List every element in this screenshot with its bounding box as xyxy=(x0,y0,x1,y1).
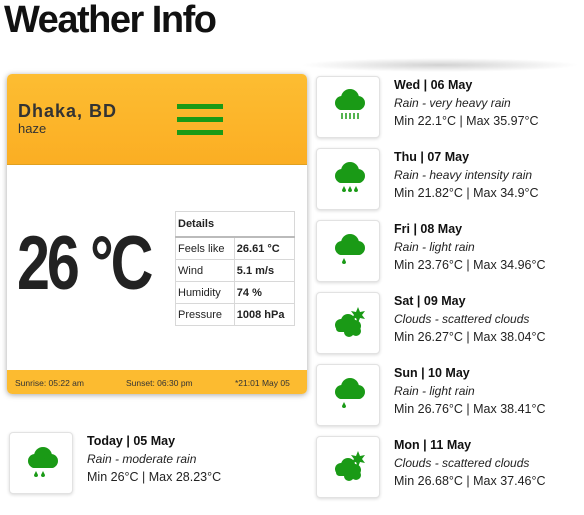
location-name: Dhaka, BD xyxy=(18,101,118,121)
weather-icon-box xyxy=(316,292,380,354)
forecast-minmax: Min 26.68°C | Max 37.46°C xyxy=(394,474,546,488)
heavy-rain-cloud-icon xyxy=(335,89,365,119)
light-rain-cloud-icon xyxy=(335,234,365,264)
details-value: 74 % xyxy=(233,281,296,304)
details-row: Pressure 1008 hPa xyxy=(175,303,296,326)
forecast-minmax: Min 23.76°C | Max 34.96°C xyxy=(394,258,546,272)
details-row: Feels like 26.61 °C xyxy=(175,236,296,260)
forecast-tile-sat: Sat | 09 May Clouds - scattered clouds M… xyxy=(316,292,576,354)
forecast-tile-wed: Wed | 06 May Rain - very heavy rain Min … xyxy=(316,76,576,138)
forecast-condition: Rain - light rain xyxy=(394,240,475,254)
forecast-minmax: Min 21.82°C | Max 34.9°C xyxy=(394,186,539,200)
weather-description: haze xyxy=(18,121,47,136)
forecast-day: Thu | 07 May xyxy=(394,150,470,164)
sunrise-time: Sunrise: 05:22 am xyxy=(15,378,84,388)
card-footer: Sunrise: 05:22 am Sunset: 06:30 pm *21:0… xyxy=(7,370,307,394)
forecast-day: Fri | 08 May xyxy=(394,222,463,236)
last-updated: *21:01 May 05 xyxy=(235,378,290,388)
details-label: Pressure xyxy=(175,303,235,326)
forecast-condition: Clouds - scattered clouds xyxy=(394,312,530,326)
weather-icon-box xyxy=(9,432,73,494)
weather-icon-box xyxy=(316,220,380,282)
details-heading: Details xyxy=(175,211,295,238)
forecast-condition: Rain - light rain xyxy=(394,384,475,398)
forecast-condition: Rain - heavy intensity rain xyxy=(394,168,533,182)
weather-icon-box xyxy=(316,76,380,138)
forecast-tile-mon: Mon | 11 May Clouds - scattered clouds M… xyxy=(316,436,576,498)
light-rain-cloud-icon xyxy=(335,378,365,408)
forecast-minmax: Min 26.27°C | Max 38.04°C xyxy=(394,330,546,344)
current-weather-card: Dhaka, BD haze 26 °C Details Feels like … xyxy=(7,74,307,394)
details-table: Details Feels like 26.61 °C Wind 5.1 m/s… xyxy=(175,211,296,326)
page-title: Weather Info xyxy=(4,0,217,41)
forecast-tile-sun: Sun | 10 May Rain - light rain Min 26.76… xyxy=(316,364,576,426)
forecast-day: Mon | 11 May xyxy=(394,438,472,452)
details-label: Feels like xyxy=(175,236,235,260)
details-row: Wind 5.1 m/s xyxy=(175,259,296,282)
forecast-condition: Clouds - scattered clouds xyxy=(394,456,530,470)
details-row: Humidity 74 % xyxy=(175,281,296,304)
details-label: Humidity xyxy=(175,281,235,304)
forecast-tile-thu: Thu | 07 May Rain - heavy intensity rain… xyxy=(316,148,576,210)
forecast-day: Today | 05 May xyxy=(87,434,176,448)
forecast-day: Wed | 06 May xyxy=(394,78,473,92)
weather-icon-box xyxy=(316,436,380,498)
scattered-clouds-icon xyxy=(335,451,365,481)
forecast-day: Sun | 10 May xyxy=(394,366,470,380)
card-body: 26 °C Details Feels like 26.61 °C Wind 5… xyxy=(7,165,307,370)
rain-cloud-icon xyxy=(335,162,365,192)
forecast-day: Sat | 09 May xyxy=(394,294,466,308)
rain-cloud-icon xyxy=(28,447,58,477)
forecast-minmax: Min 22.1°C | Max 35.97°C xyxy=(394,114,539,128)
weather-icon-box xyxy=(316,148,380,210)
weather-icon-box xyxy=(316,364,380,426)
menu-icon[interactable] xyxy=(177,104,223,136)
decorative-shadow xyxy=(300,58,580,72)
forecast-minmax: Min 26°C | Max 28.23°C xyxy=(87,470,222,484)
details-value: 5.1 m/s xyxy=(233,259,296,282)
current-temperature: 26 °C xyxy=(17,221,153,306)
forecast-condition: Rain - moderate rain xyxy=(87,452,197,466)
card-header: Dhaka, BD haze xyxy=(7,74,307,165)
details-label: Wind xyxy=(175,259,235,282)
forecast-tile-fri: Fri | 08 May Rain - light rain Min 23.76… xyxy=(316,220,576,282)
today-forecast-tile: Today | 05 May Rain - moderate rain Min … xyxy=(9,432,269,494)
forecast-condition: Rain - very heavy rain xyxy=(394,96,511,110)
sunset-time: Sunset: 06:30 pm xyxy=(126,378,193,388)
forecast-minmax: Min 26.76°C | Max 38.41°C xyxy=(394,402,546,416)
details-value: 1008 hPa xyxy=(233,303,296,326)
details-value: 26.61 °C xyxy=(233,236,296,260)
scattered-clouds-icon xyxy=(335,307,365,337)
